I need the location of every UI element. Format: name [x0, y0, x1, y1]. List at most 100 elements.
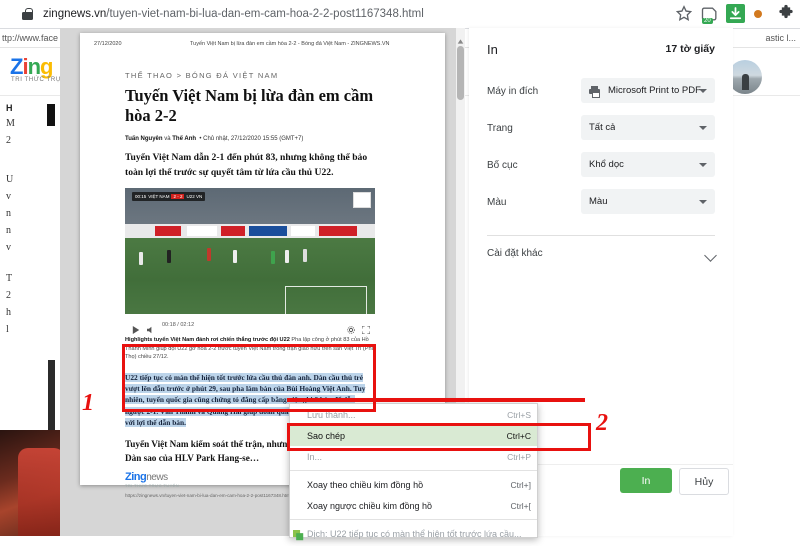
row-color: Màu Màu — [469, 187, 733, 224]
menu-item-shortcut: Ctrl+[ — [510, 500, 531, 511]
page-title: Tuyến Việt Nam bị lừa đàn em cầm hòa 2-2 — [125, 86, 374, 125]
chevron-down-icon — [699, 125, 707, 130]
byline: Tuấn Nguyên và Thế Anh • Chủ nhật, 27/12… — [125, 136, 304, 142]
star-icon[interactable] — [674, 4, 694, 24]
caption-bold: Highlights tuyển Việt Nam đánh rơi chiến… — [125, 337, 290, 343]
menu-item-label: Lưu thành... — [307, 409, 356, 420]
row-destination: Máy in đích Microsoft Print to PDF — [469, 76, 733, 113]
background-bar-bottom — [48, 360, 55, 430]
chevron-down-icon — [704, 249, 717, 262]
byline-author-2: Thế Anh — [172, 136, 197, 142]
print-button-label: In — [641, 474, 651, 487]
menu-item-print[interactable]: In... Ctrl+P — [290, 446, 537, 467]
pages-label: Trang — [487, 123, 513, 134]
more-settings-label: Cài đặt khác — [487, 248, 543, 259]
layout-value: Khổ dọc — [589, 159, 624, 170]
url-domain: zingnews.vn — [43, 7, 107, 20]
layout-label: Bố cục — [487, 160, 518, 171]
menu-item-save-as[interactable]: Lưu thành... Ctrl+S — [290, 404, 537, 425]
badge-count: 20 — [702, 18, 713, 24]
byline-date: Chủ nhật, 27/12/2020 15:55 (GMT+7) — [203, 136, 304, 142]
print-panel-header: In 17 tờ giấy — [469, 28, 733, 72]
row-pages: Trang Tất cả — [469, 113, 733, 150]
avatar — [728, 60, 762, 94]
byline-author: Tuấn Nguyên — [125, 136, 163, 142]
row-layout: Bố cục Khổ dọc — [469, 150, 733, 187]
menu-item-shortcut: Ctrl+P — [507, 451, 531, 462]
chevron-down-icon — [699, 88, 707, 93]
chevron-down-icon — [699, 162, 707, 167]
cancel-button[interactable]: Hủy — [679, 468, 729, 495]
menu-item-copy[interactable]: Sao chép Ctrl+C — [290, 425, 537, 446]
background-right-url: astic l... — [765, 33, 796, 43]
menu-item-label: In... — [307, 451, 323, 462]
video-time: 00:18 / 02:12 — [162, 321, 195, 328]
lead-paragraph: Tuyển Việt Nam dẫn 2-1 đến phút 83, nhưn… — [125, 152, 368, 178]
menu-item-shortcut: Ctrl+C — [506, 430, 531, 441]
gear-icon[interactable] — [347, 321, 355, 334]
address-bar[interactable]: zingnews.vn/tuyen-viet-nam-bi-lua-dan-em… — [0, 0, 660, 27]
cancel-button-label: Hủy — [694, 475, 714, 488]
zing-logo-n: n — [27, 54, 41, 79]
menu-item-rotate-cw[interactable]: Xoay theo chiều kim đồng hồ Ctrl+] — [290, 474, 537, 495]
match-clock: 00:15 — [135, 194, 147, 199]
background-left-url: ttp://www.face — [2, 33, 59, 43]
match-score: 2 - 2 — [171, 194, 185, 199]
byline-and: và — [164, 136, 171, 142]
color-value: Màu — [589, 196, 608, 207]
menu-separator — [290, 519, 537, 520]
destination-select[interactable]: Microsoft Print to PDF — [581, 78, 715, 103]
menu-item-label: Dịch: U22 tiếp tục có màn thể hiện tốt t… — [307, 528, 522, 539]
fullscreen-icon[interactable] — [361, 321, 371, 334]
pitch-ad-boards — [125, 224, 375, 238]
away-team: U22 VN — [186, 194, 203, 199]
video-caption: Highlights tuyển Việt Nam đánh rơi chiến… — [125, 336, 375, 362]
url-path: /tuyen-viet-nam-bi-lua-dan-em-cam-hoa-2-… — [106, 7, 424, 20]
lock-icon — [22, 7, 33, 20]
video-player[interactable]: 00:15 VIỆT NAM 2 - 2 U22 VN — [125, 188, 375, 321]
pages-value: Tất cả — [589, 122, 616, 133]
preview-footer-url: https://zingnews.vn/tuyen-viet-nam-bi-lu… — [125, 493, 291, 498]
mute-icon[interactable] — [353, 192, 371, 208]
pitch — [125, 238, 375, 321]
pages-select[interactable]: Tất cả — [581, 115, 715, 140]
play-icon[interactable] — [132, 321, 140, 334]
sheet-count: 17 tờ giấy — [665, 43, 716, 55]
zing-logo-z: Z — [10, 54, 23, 79]
breadcrumb: THỂ THAO > BÓNG ĐÁ VIỆT NAM — [125, 71, 279, 80]
print-button[interactable]: In — [620, 468, 672, 493]
context-menu[interactable]: Lưu thành... Ctrl+S Sao chép Ctrl+C In..… — [289, 403, 538, 541]
color-label: Màu — [487, 197, 507, 208]
video-controls[interactable]: 00:18 / 02:12 — [125, 316, 375, 334]
url-text: zingnews.vn/tuyen-viet-nam-bi-lua-dan-em… — [43, 8, 424, 20]
printer-icon — [589, 85, 600, 98]
menu-item-label: Xoay theo chiều kim đồng hồ — [307, 479, 424, 490]
home-team: VIỆT NAM — [148, 194, 170, 199]
puzzle-piece-icon[interactable] — [776, 4, 796, 24]
scroll-up-arrow-icon[interactable] — [457, 32, 464, 44]
more-settings-toggle[interactable]: Cài đặt khác — [469, 236, 733, 272]
mute-icon[interactable] — [147, 321, 155, 333]
profile-dot-icon[interactable] — [754, 10, 762, 18]
print-dialog-title: In — [487, 42, 498, 57]
color-select[interactable]: Màu — [581, 189, 715, 214]
menu-item-label: Xoay ngược chiều kim đồng hồ — [307, 500, 432, 511]
scrollbar-thumb[interactable] — [457, 46, 464, 100]
chevron-down-icon — [699, 199, 707, 204]
menu-item-shortcut: Ctrl+] — [510, 479, 531, 490]
translate-icon — [293, 528, 304, 541]
browser-toolbar: zingnews.vn/tuyen-viet-nam-bi-lua-dan-em… — [0, 0, 800, 29]
preview-header-date: 27/12/2020 — [94, 41, 122, 47]
zing-logo-g: g — [40, 54, 53, 79]
destination-label: Máy in đích — [487, 86, 539, 97]
preview-sheet-header: 27/12/2020 Tuyến Việt Nam bị lừa đàn em … — [80, 33, 445, 55]
menu-item-translate[interactable]: Dịch: U22 tiếp tục có màn thể hiện tốt t… — [290, 523, 537, 544]
download-arrow-icon[interactable] — [726, 4, 745, 23]
layout-select[interactable]: Khổ dọc — [581, 152, 715, 177]
menu-item-rotate-ccw[interactable]: Xoay ngược chiều kim đồng hồ Ctrl+[ — [290, 495, 537, 516]
extension-badge-icon[interactable]: 20 — [700, 4, 720, 24]
preview-header-title: Tuyến Việt Nam bị lừa đàn em cầm hòa 2-2… — [190, 41, 390, 47]
menu-separator — [290, 470, 537, 471]
menu-item-label: Sao chép — [307, 430, 346, 441]
scoreboard: 00:15 VIỆT NAM 2 - 2 U22 VN — [132, 192, 206, 201]
